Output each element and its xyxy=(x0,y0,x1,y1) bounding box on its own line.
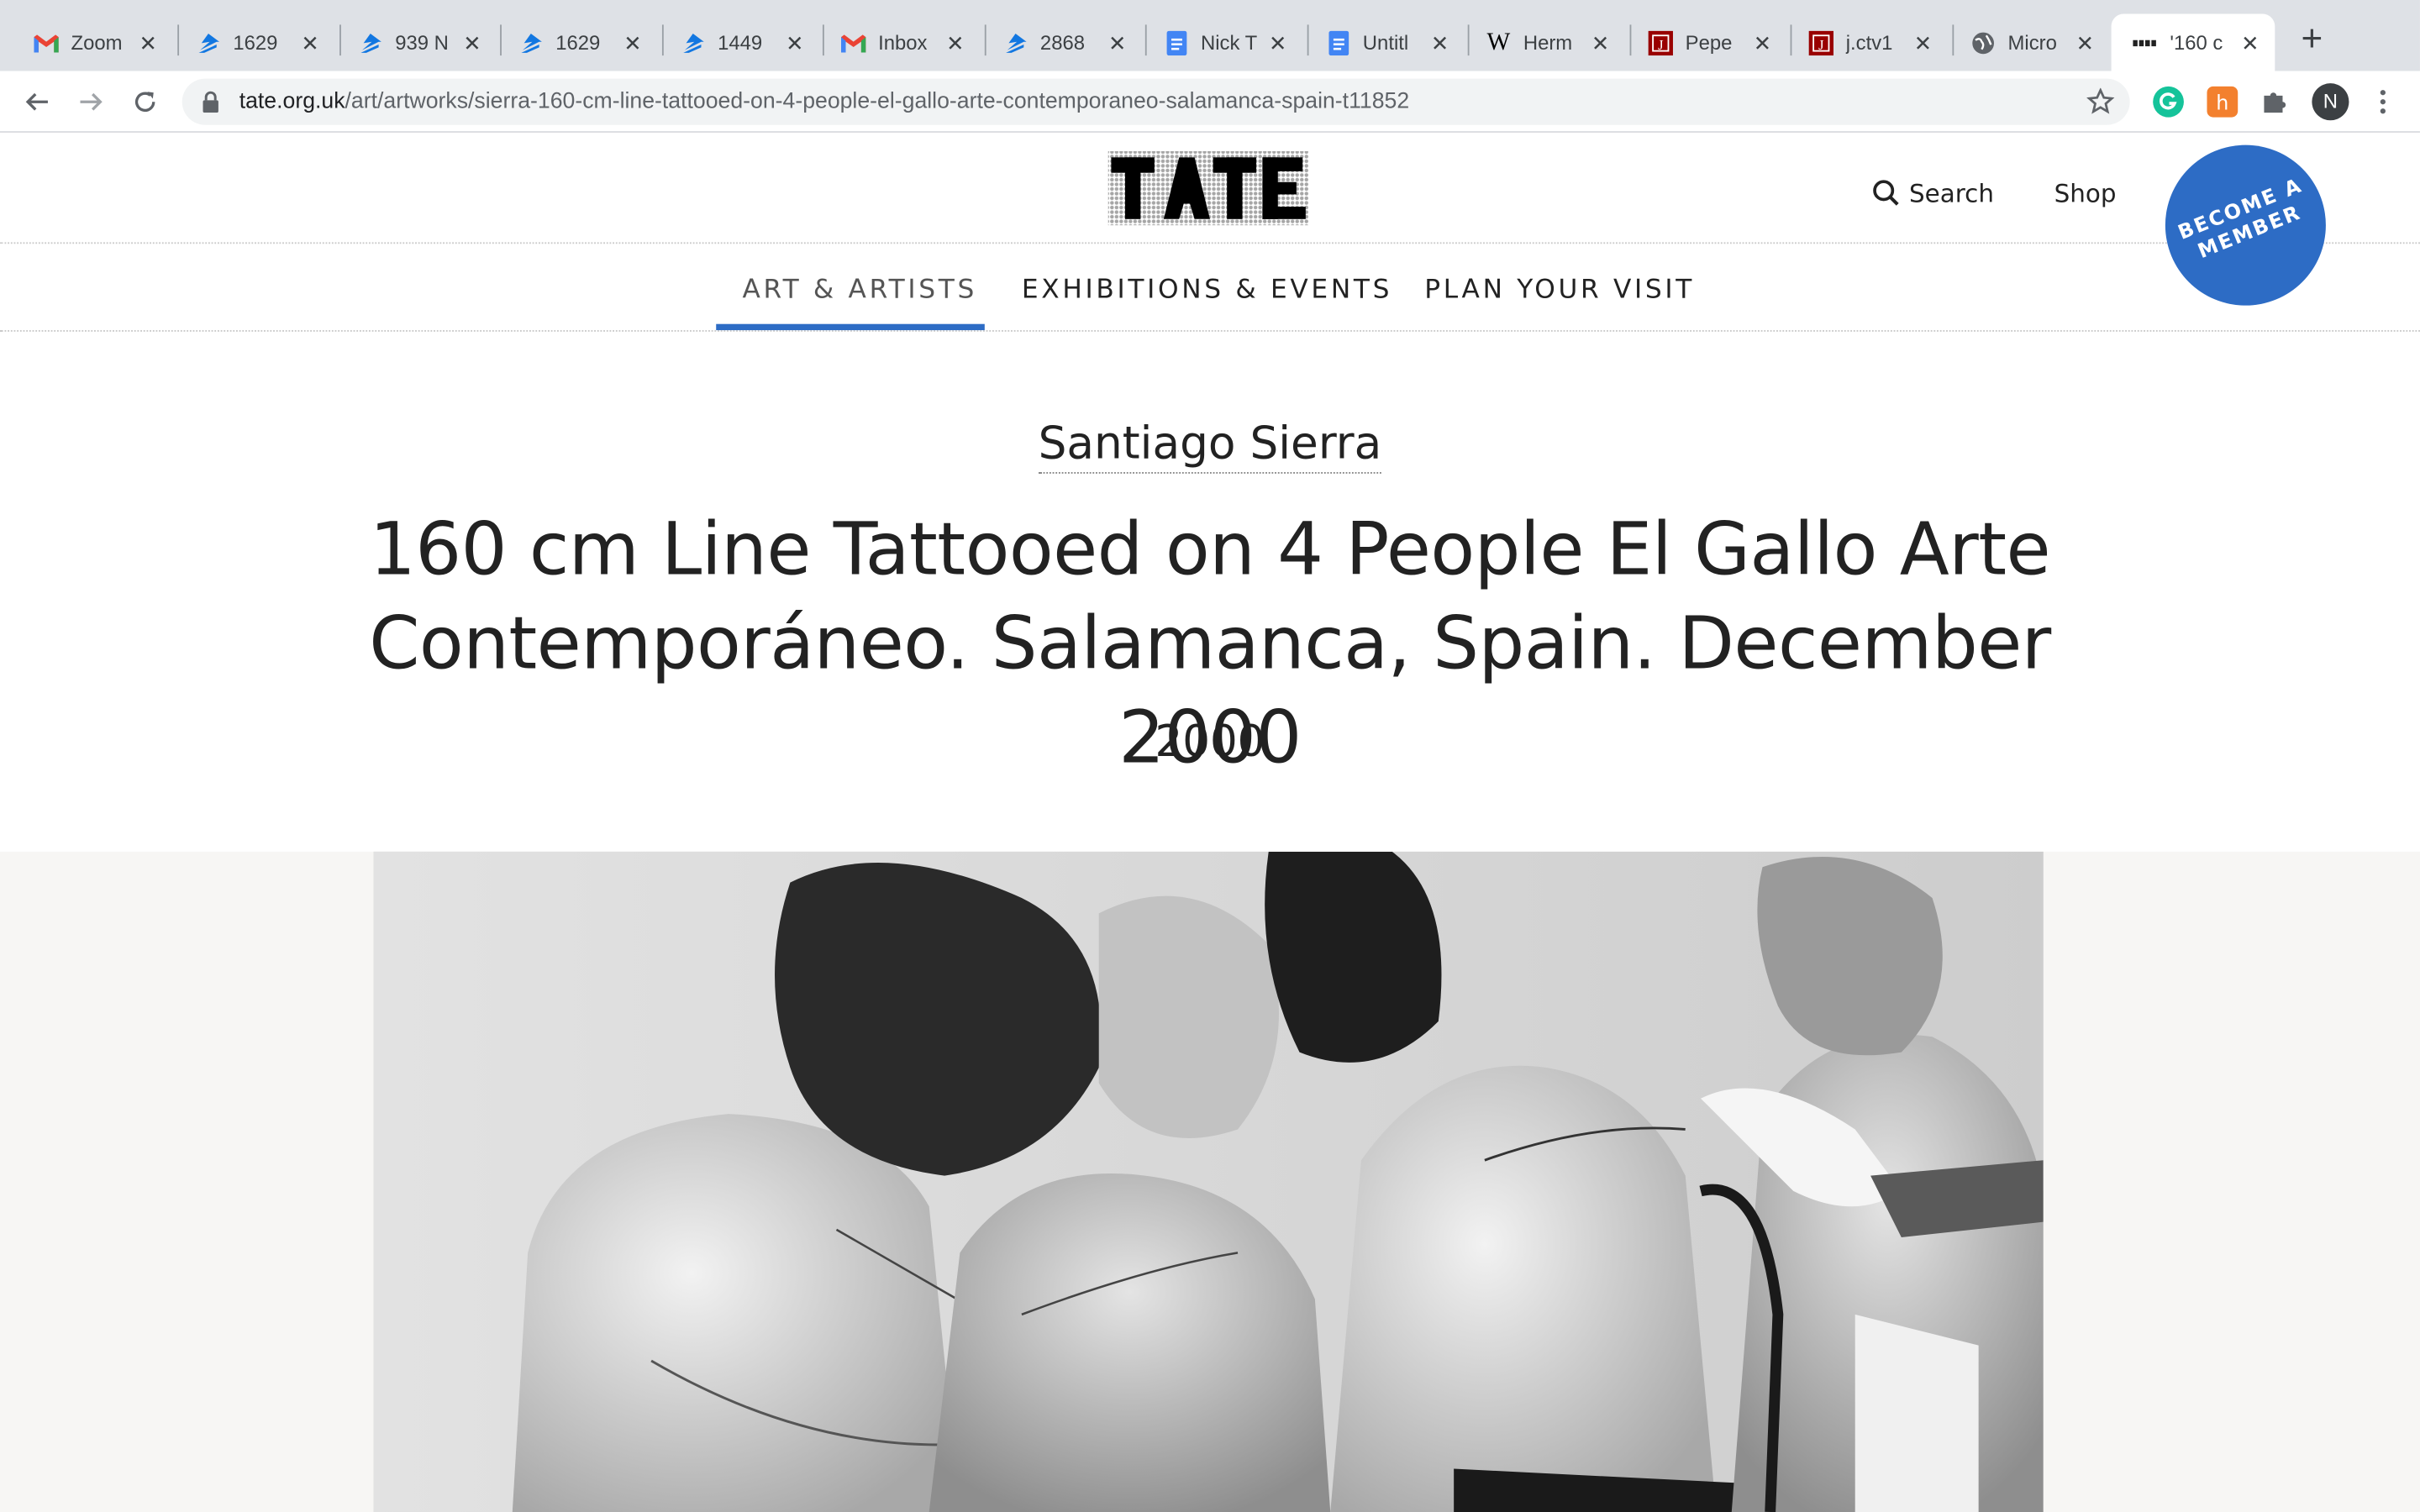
browser-tab-inbox[interactable]: Inbox ✕ xyxy=(819,14,980,71)
close-tab-icon[interactable]: ✕ xyxy=(297,30,322,55)
gmail-icon xyxy=(841,30,866,55)
google-docs-icon xyxy=(1164,29,1188,55)
tate-favicon xyxy=(2133,30,2157,55)
browser-tab-doc-2[interactable]: Untitl ✕ xyxy=(1304,14,1465,71)
header-shop-link[interactable]: Shop xyxy=(2054,179,2117,208)
browser-tab-jstor-1[interactable]: J Pepe ✕ xyxy=(1627,14,1787,71)
close-tab-icon[interactable]: ✕ xyxy=(620,30,644,55)
tate-logo[interactable] xyxy=(1105,145,1312,232)
lock-icon xyxy=(203,91,219,120)
tab-title: '160 c xyxy=(2170,30,2223,55)
browser-tab-micro[interactable]: Micro ✕ xyxy=(1949,14,2110,71)
gmail-icon xyxy=(34,30,59,55)
browser-tab-active-tate[interactable]: '160 c ✕ xyxy=(2111,13,2275,71)
close-tab-icon[interactable]: ✕ xyxy=(2073,30,2097,55)
forward-arrow-icon xyxy=(80,92,103,111)
browser-tab-wikipedia[interactable]: W Herm ✕ xyxy=(1465,14,1625,71)
active-nav-indicator xyxy=(716,323,985,331)
back-button[interactable] xyxy=(15,81,58,123)
header-search-link[interactable]: Search xyxy=(1872,179,1994,208)
globe-icon xyxy=(1970,30,1995,55)
zillow-icon xyxy=(196,30,220,55)
tab-title: Untitl xyxy=(1362,30,1409,55)
wikipedia-icon: W xyxy=(1486,28,1511,55)
browser-menu-icon[interactable] xyxy=(2367,87,2398,118)
profile-avatar[interactable]: N xyxy=(2312,83,2349,121)
jstor-icon: J xyxy=(1808,29,1833,55)
svg-text:J: J xyxy=(1818,36,1824,52)
tab-title: 939 N xyxy=(395,30,449,55)
reload-button[interactable] xyxy=(124,81,166,123)
nav-plan-your-visit[interactable]: PLAN YOUR VISIT xyxy=(1424,275,1695,306)
artist-name-container: Santiago Sierra xyxy=(0,416,2420,474)
close-tab-icon[interactable]: ✕ xyxy=(1911,30,1935,55)
svg-text:h: h xyxy=(2216,91,2228,114)
tab-title: Pepe xyxy=(1685,30,1733,55)
tab-title: 1629 xyxy=(555,30,601,55)
close-tab-icon[interactable]: ✕ xyxy=(1588,30,1612,55)
zillow-icon xyxy=(358,30,382,55)
tab-title: Herm xyxy=(1523,30,1573,55)
artist-link[interactable]: Santiago Sierra xyxy=(1038,416,1382,474)
tab-title: Nick T xyxy=(1200,30,1258,55)
close-tab-icon[interactable]: ✕ xyxy=(1750,30,1775,55)
new-tab-button[interactable]: + xyxy=(2291,19,2333,63)
search-icon xyxy=(1873,180,1899,206)
zillow-icon xyxy=(1003,30,1028,55)
nav-exhibitions-events[interactable]: EXHIBITIONS & EVENTS xyxy=(1022,275,1392,306)
tab-title: Inbox xyxy=(878,30,928,55)
browser-tab-zoom[interactable]: Zoom ✕ xyxy=(13,14,173,71)
nav-art-artists[interactable]: ART & ARTISTS xyxy=(742,275,977,306)
tab-title: j.ctv1 xyxy=(1845,30,1893,55)
browser-tab-zillow-3[interactable]: 1629 ✕ xyxy=(497,14,657,71)
honey-extension-icon[interactable]: h xyxy=(2207,86,2238,118)
svg-text:J: J xyxy=(1658,36,1664,52)
close-tab-icon[interactable]: ✕ xyxy=(1428,30,1452,55)
close-tab-icon[interactable]: ✕ xyxy=(460,30,484,55)
tate-logo-icon xyxy=(1107,150,1309,226)
google-docs-icon xyxy=(1326,29,1350,55)
close-tab-icon[interactable]: ✕ xyxy=(136,30,160,55)
browser-tab-zillow-1[interactable]: 1629 ✕ xyxy=(175,14,335,71)
zillow-icon xyxy=(681,30,705,55)
browser-tab-jstor-2[interactable]: J j.ctv1 ✕ xyxy=(1787,14,1948,71)
forward-button[interactable] xyxy=(70,81,113,123)
jstor-icon: J xyxy=(1648,29,1673,55)
close-tab-icon[interactable]: ✕ xyxy=(1105,30,1129,55)
browser-tab-doc-1[interactable]: Nick T ✕ xyxy=(1142,14,1302,71)
bookmark-star-icon[interactable] xyxy=(2086,87,2115,123)
artwork-photograph[interactable] xyxy=(373,851,2044,1512)
tab-title: Zoom xyxy=(71,30,123,55)
site-header: Search Shop xyxy=(0,133,2420,244)
url-text: tate.org.uk/art/artworks/sierra-160-cm-l… xyxy=(239,89,1410,114)
close-tab-icon[interactable]: ✕ xyxy=(2238,30,2262,55)
grammarly-extension-icon[interactable] xyxy=(2153,86,2184,118)
tab-title: 2868 xyxy=(1039,30,1086,55)
extensions-puzzle-icon[interactable] xyxy=(2260,87,2291,118)
reload-icon xyxy=(134,92,155,113)
zillow-icon xyxy=(518,30,543,55)
tab-title: Micro xyxy=(2007,30,2057,55)
site-nav: ART & ARTISTS EXHIBITIONS & EVENTS PLAN … xyxy=(0,244,2420,332)
browser-toolbar: tate.org.uk/art/artworks/sierra-160-cm-l… xyxy=(0,71,2420,133)
browser-tab-zillow-5[interactable]: 2868 ✕ xyxy=(981,14,1142,71)
address-bar[interactable]: tate.org.uk/art/artworks/sierra-160-cm-l… xyxy=(182,78,2130,125)
artwork-image-band xyxy=(0,851,2420,1512)
close-tab-icon[interactable]: ✕ xyxy=(782,30,807,55)
close-tab-icon[interactable]: ✕ xyxy=(943,30,967,55)
browser-tab-zillow-4[interactable]: 1449 ✕ xyxy=(659,14,819,71)
back-arrow-icon xyxy=(25,92,48,111)
close-tab-icon[interactable]: ✕ xyxy=(1265,30,1290,55)
artwork-year: 2000 xyxy=(1155,716,1265,767)
browser-tab-strip: Zoom ✕ 1629 ✕ 939 N ✕ 1629 ✕ 1449 ✕ Inbo… xyxy=(0,0,2420,71)
tab-title: 1629 xyxy=(233,30,278,55)
browser-tab-zillow-2[interactable]: 939 N ✕ xyxy=(336,14,497,71)
tab-title: 1449 xyxy=(718,30,763,55)
